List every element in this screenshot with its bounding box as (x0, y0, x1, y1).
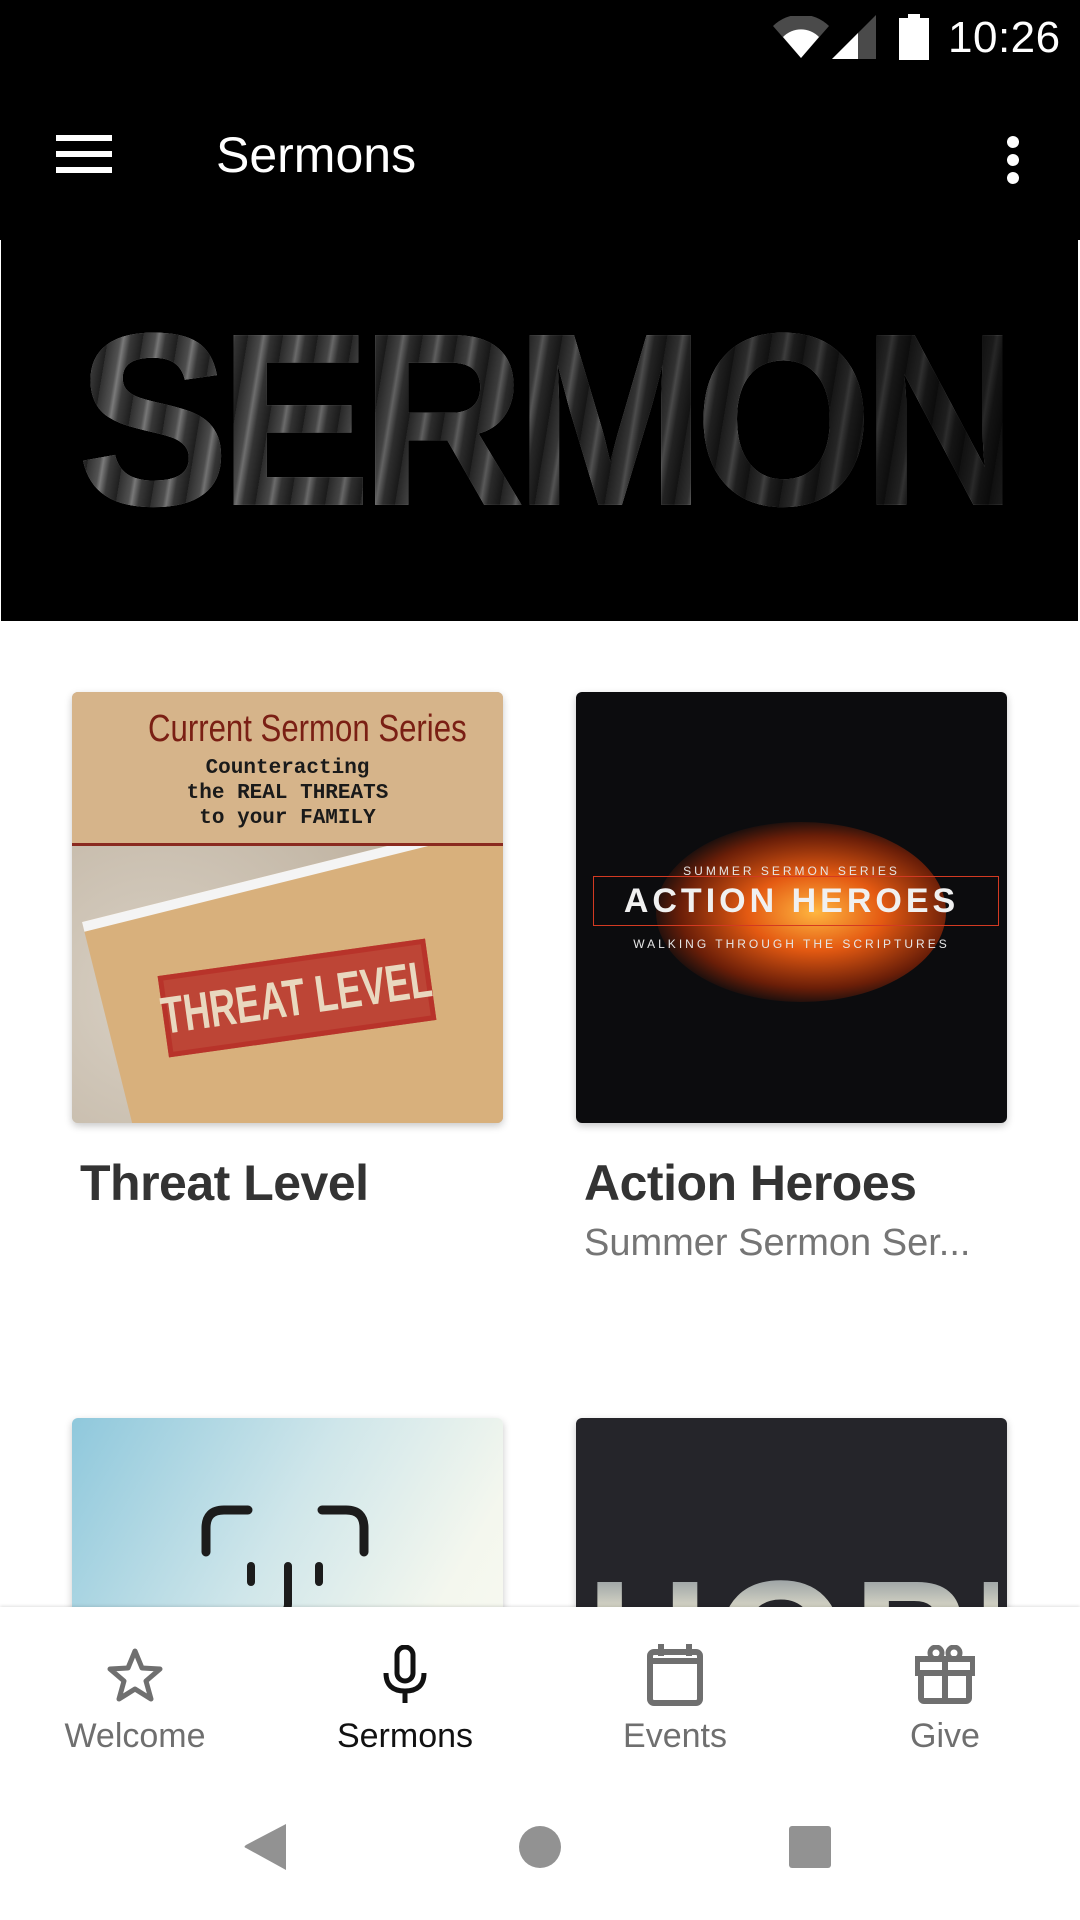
battery-icon (899, 14, 929, 60)
nav-tab-sermons[interactable]: Sermons (270, 1607, 540, 1760)
hamburger-menu-icon (56, 135, 112, 175)
nav-label: Welcome (64, 1717, 206, 1755)
nav-label: Give (910, 1717, 980, 1755)
system-navigation-bar (0, 1760, 1080, 1920)
nav-tab-welcome[interactable]: Welcome (0, 1607, 270, 1760)
app-bar: Sermons (0, 80, 1080, 240)
back-triangle-icon (244, 1824, 286, 1870)
system-recents-button[interactable] (775, 1812, 845, 1882)
system-back-button[interactable] (230, 1812, 300, 1882)
nav-tab-give[interactable]: Give (810, 1607, 1080, 1760)
home-circle-icon (519, 1826, 561, 1868)
artwork-heading: Current Sermon Series (148, 708, 467, 750)
nav-label: Sermons (336, 1717, 474, 1755)
banner-text: SERMONS (76, 281, 1078, 558)
more-vert-icon (1007, 136, 1019, 148)
recents-square-icon (789, 1826, 831, 1868)
more-options-button[interactable] (985, 115, 1041, 205)
star-icon (105, 1645, 165, 1705)
cellular-signal-icon (832, 15, 876, 59)
artwork-tagline: Counteracting the REAL THREATS to your F… (186, 757, 389, 830)
nav-tab-events[interactable]: Events (540, 1607, 810, 1760)
microphone-icon (375, 1645, 435, 1705)
artwork-headline: ACTION HEROES (623, 882, 960, 920)
gift-icon (915, 1645, 975, 1705)
nav-label: Events (623, 1717, 727, 1755)
bottom-navigation: Welcome Sermons Events Give (0, 1607, 1080, 1760)
calendar-icon (645, 1644, 705, 1706)
navigation-menu-button[interactable] (40, 115, 128, 195)
status-time: 10:26 (948, 13, 1061, 62)
system-home-button[interactable] (505, 1812, 575, 1882)
sermons-banner: SERMONS (0, 240, 1080, 621)
series-title[interactable]: Action Heroes (584, 1154, 917, 1212)
artwork-tagline: WALKING THROUGH THE SCRIPTURES (633, 937, 950, 951)
face-graphic (201, 1505, 369, 1614)
status-bar: 10:26 (0, 0, 1080, 80)
series-subtitle: Summer Sermon Ser... (584, 1222, 971, 1264)
wifi-icon (773, 16, 829, 58)
series-artwork[interactable]: SUMMER SERMON SERIES ACTION HEROES WALKI… (576, 692, 1007, 1123)
page-title: Sermons (216, 127, 417, 183)
series-artwork[interactable]: Current Sermon Series Counteracting the … (72, 692, 503, 1123)
series-title[interactable]: Threat Level (80, 1154, 369, 1212)
